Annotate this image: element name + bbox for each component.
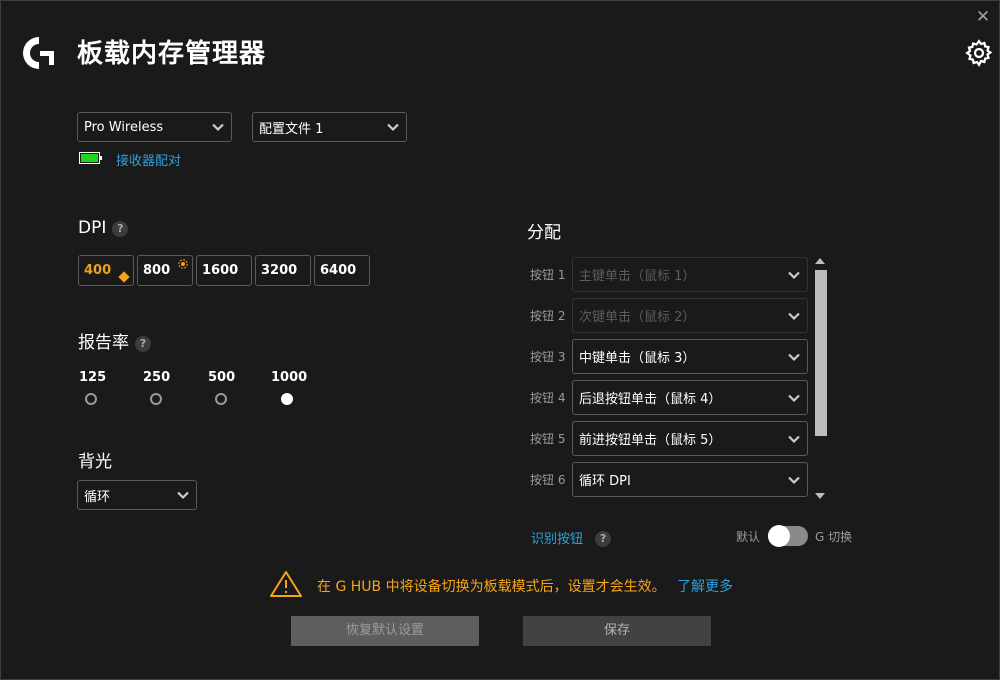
dpi-stage[interactable]: 1600 (196, 255, 252, 286)
save-button[interactable]: 保存 (523, 616, 711, 646)
warning-icon (270, 571, 302, 597)
report-rate-header: 报告率? (78, 328, 151, 353)
rate-radio[interactable] (150, 393, 162, 405)
learn-more-link[interactable]: 了解更多 (677, 576, 733, 596)
rate-radio[interactable] (215, 393, 227, 405)
profile-select[interactable]: 配置文件 1 (252, 112, 407, 142)
rate-label: 500 (208, 370, 236, 385)
assignment-value: 循环 DPI (579, 474, 631, 489)
dpi-value: 1600 (202, 263, 239, 278)
lighting-select-value: 循环 (84, 489, 111, 505)
assignment-value: 前进按钮单击（鼠标 5） (579, 433, 722, 448)
assignment-row: 按钮 1 主键单击（鼠标 1） (530, 257, 808, 292)
chevron-down-icon (387, 123, 399, 132)
lighting-select[interactable]: 循环 (77, 480, 197, 510)
assignment-select[interactable]: 后退按钮单击（鼠标 4） (572, 380, 808, 415)
close-icon: ✕ (975, 7, 991, 27)
rate-radio[interactable] (85, 393, 97, 405)
restore-defaults-button[interactable]: 恢复默认设置 (291, 616, 479, 646)
assignment-button-label: 按钮 3 (530, 350, 566, 364)
dpi-stage[interactable]: 3200 (255, 255, 311, 286)
rate-radio-selected[interactable] (281, 393, 293, 405)
assignments-scrollbar-thumb[interactable] (815, 270, 827, 436)
assignment-row: 按钮 2 次键单击（鼠标 2） (530, 298, 808, 333)
warning-text: 在 G HUB 中将设备切换为板载模式后，设置才会生效。 (317, 579, 666, 595)
dpi-stage[interactable]: 6400 (314, 255, 370, 286)
assignment-select[interactable]: 中键单击（鼠标 3） (572, 339, 808, 374)
settings-button[interactable] (964, 38, 994, 68)
assignment-value: 中键单击（鼠标 3） (579, 351, 696, 366)
assignment-row: 按钮 5 前进按钮单击（鼠标 5） (530, 421, 808, 456)
report-rate-option-1000[interactable]: 1000 (271, 370, 308, 405)
dpi-section-header: DPI? (78, 218, 129, 238)
dpi-label: DPI (78, 218, 107, 238)
chevron-down-icon (177, 491, 189, 500)
assignment-button-label: 按钮 5 (530, 432, 566, 446)
dpi-value: 6400 (320, 263, 357, 278)
dpi-help-icon[interactable]: ? (112, 220, 129, 237)
assignments-label: 分配 (527, 223, 561, 243)
battery-icon (79, 152, 102, 164)
dpi-stage[interactable]: 400 (78, 255, 134, 286)
chevron-down-icon (788, 353, 800, 361)
assignment-button-label: 按钮 2 (530, 309, 566, 323)
chevron-down-icon (212, 123, 224, 132)
assignment-select[interactable]: 次键单击（鼠标 2） (572, 298, 808, 333)
assignment-row: 按钮 3 中键单击（鼠标 3） (530, 339, 808, 374)
assignment-button-label: 按钮 6 (530, 473, 566, 487)
logitech-g-logo (23, 37, 54, 69)
assignment-value: 次键单击（鼠标 2） (579, 310, 696, 325)
chevron-down-icon (788, 476, 800, 484)
chevron-down-icon (788, 312, 800, 320)
pair-receiver-link[interactable]: 接收器配对 (116, 150, 181, 169)
dpi-value: 3200 (261, 263, 298, 278)
toggle-default-label: 默认 (736, 530, 761, 544)
onboard-memory-manager-window: 板载内存管理器 ✕ Pro Wireless 配置文件 1 接收器配对 DPI?… (0, 0, 1000, 680)
assignment-row: 按钮 4 后退按钮单击（鼠标 4） (530, 380, 808, 415)
assignment-button-label: 按钮 1 (530, 268, 566, 282)
rate-label: 250 (143, 370, 171, 385)
report-rate-option-125[interactable]: 125 (79, 370, 107, 405)
lighting-label: 背光 (78, 452, 112, 472)
toggle-knob (768, 525, 790, 547)
assignment-value: 后退按钮单击（鼠标 4） (579, 392, 722, 407)
close-button[interactable]: ✕ (973, 7, 993, 27)
device-select-value: Pro Wireless (84, 119, 164, 135)
scroll-down-arrow-icon[interactable] (815, 493, 825, 499)
toggle-gshift-label: G 切换 (815, 530, 853, 544)
page-title: 板载内存管理器 (77, 39, 267, 69)
rate-label: 1000 (271, 370, 308, 385)
device-select[interactable]: Pro Wireless (77, 112, 232, 142)
dpi-shift-icon (178, 259, 188, 269)
assignment-value: 主键单击（鼠标 1） (579, 269, 696, 284)
scroll-up-arrow-icon[interactable] (815, 258, 825, 264)
report-rate-label: 报告率 (78, 333, 129, 353)
report-rate-help-icon[interactable]: ? (135, 335, 151, 352)
g-shift-toggle[interactable] (768, 525, 808, 547)
chevron-down-icon (788, 394, 800, 402)
assignment-row: 按钮 6 循环 DPI (530, 462, 808, 497)
report-rate-option-250[interactable]: 250 (143, 370, 171, 405)
profile-select-value: 配置文件 1 (259, 121, 324, 137)
identify-help-icon[interactable]: ? (595, 530, 612, 547)
rate-label: 125 (79, 370, 107, 385)
chevron-down-icon (788, 271, 800, 279)
report-rate-option-500[interactable]: 500 (208, 370, 236, 405)
gear-icon (965, 39, 993, 68)
dpi-value: 800 (143, 263, 171, 278)
chevron-down-icon (788, 435, 800, 443)
dpi-stage[interactable]: 800 (137, 255, 193, 286)
assignment-select[interactable]: 循环 DPI (572, 462, 808, 497)
identify-buttons-row: 识别按钮? (531, 528, 612, 547)
assignment-select[interactable]: 前进按钮单击（鼠标 5） (572, 421, 808, 456)
dpi-stages: 400 800 1600 3200 6400 (78, 255, 370, 286)
default-dpi-diamond-icon (118, 271, 130, 283)
dpi-value: 400 (84, 263, 112, 278)
assignment-select[interactable]: 主键单击（鼠标 1） (572, 257, 808, 292)
identify-buttons-link[interactable]: 识别按钮 (531, 532, 583, 547)
assignment-button-label: 按钮 4 (530, 391, 566, 405)
